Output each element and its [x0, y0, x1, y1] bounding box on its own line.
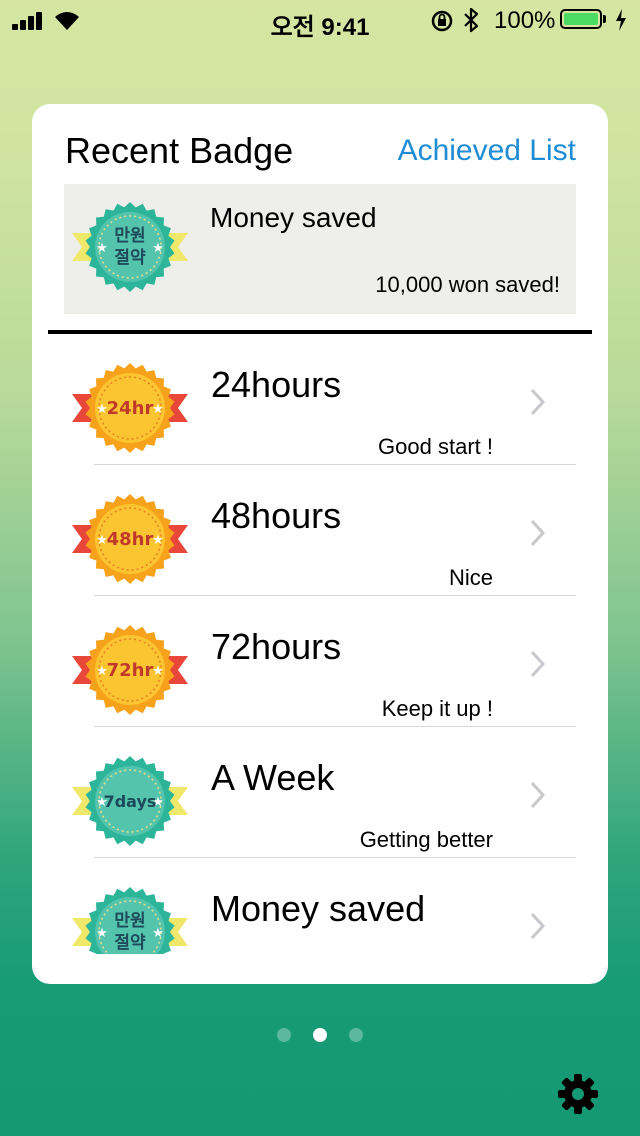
7days-badge-icon: ★ ★7days	[72, 756, 188, 846]
page-control[interactable]	[0, 1028, 640, 1044]
recent-badge-description: 10,000 won saved!	[375, 272, 560, 297]
chevron-right-icon	[530, 519, 546, 547]
badge-row-a-week[interactable]: ★ ★ 7days A Week Getting better	[32, 727, 608, 858]
battery-fill	[564, 13, 598, 25]
gear-icon[interactable]	[556, 1072, 600, 1116]
badge-label: 7days	[104, 792, 157, 811]
status-bar: 오전 9:41 100%	[0, 0, 640, 41]
chevron-right-icon	[530, 781, 546, 809]
battery-tip	[603, 15, 606, 23]
bluetooth-icon	[464, 7, 479, 33]
48hr-badge-icon: ★ ★48hr	[72, 494, 188, 584]
72hr-badge-icon: ★ ★72hr	[72, 625, 188, 715]
money-saved-badge-icon: ★ ★ 만원절약	[72, 887, 188, 954]
badge-star: ★	[152, 664, 164, 679]
badge-title: Money saved	[211, 888, 426, 929]
badge-star: ★	[152, 402, 164, 417]
badge-title: A Week	[211, 757, 335, 798]
badge-star: ★	[152, 533, 164, 548]
badge-label: 만원	[114, 911, 145, 931]
badge-list[interactable]: ★ ★ 24hr 24hours Good start ! ★ ★ 48hr 48hou…	[32, 334, 608, 954]
badge-subtitle: Keep it up !	[381, 696, 493, 721]
charging-icon	[616, 9, 626, 31]
badge-subtitle: Getting better	[359, 827, 493, 852]
badge-title: 48hours	[211, 495, 342, 536]
badge-label: 48hr	[107, 529, 154, 550]
badge-label: 절약	[114, 247, 146, 268]
badge-label: 절약	[114, 932, 146, 953]
badge-row-money-saved[interactable]: ★ ★ 만원 절약 Money saved	[32, 858, 608, 954]
badge-subtitle: Nice	[448, 565, 493, 590]
chevron-right-icon	[530, 388, 546, 416]
chevron-right-icon	[530, 912, 546, 940]
24hr-badge-icon: ★ ★24hr	[72, 363, 188, 453]
badge-title: 72hours	[211, 626, 342, 667]
badge-title: 24hours	[211, 364, 342, 405]
badge-label: 24hr	[107, 398, 154, 419]
page-dot-3[interactable]	[349, 1028, 364, 1042]
badge-row-48hours[interactable]: ★ ★ 48hr 48hours Nice	[32, 465, 608, 596]
badge-star: ★	[152, 241, 164, 256]
recent-badge-title: Money saved	[210, 202, 377, 233]
card-title: Recent Badge	[65, 130, 294, 171]
badge-label: 만원	[114, 226, 145, 246]
badge-star: ★	[96, 241, 108, 256]
badge-star: ★	[152, 926, 164, 941]
badge-star: ★	[96, 926, 108, 941]
badge-card: Recent Badge Achieved List ★ ★ 만원 절약 Money …	[32, 104, 608, 984]
orientation-lock-icon	[431, 10, 453, 32]
badge-label: 72hr	[107, 660, 154, 681]
battery-icon	[560, 9, 602, 29]
money-saved-badge-icon: ★ ★ 만원절약	[72, 202, 188, 292]
page-dot-2[interactable]	[313, 1028, 327, 1042]
badge-row-72hours[interactable]: ★ ★ 72hr 72hours Keep it up !	[32, 596, 608, 727]
chevron-right-icon	[530, 650, 546, 678]
achieved-list-link[interactable]: Achieved List	[398, 134, 576, 168]
recent-badge-panel: ★ ★ 만원 절약 Money saved 10,000 won saved!	[64, 184, 576, 314]
battery-percentage: 100%	[494, 7, 556, 34]
badge-subtitle: Good start !	[378, 434, 493, 459]
page-dot-1[interactable]	[276, 1028, 291, 1042]
badge-row-24hours[interactable]: ★ ★ 24hr 24hours Good start !	[32, 334, 608, 465]
